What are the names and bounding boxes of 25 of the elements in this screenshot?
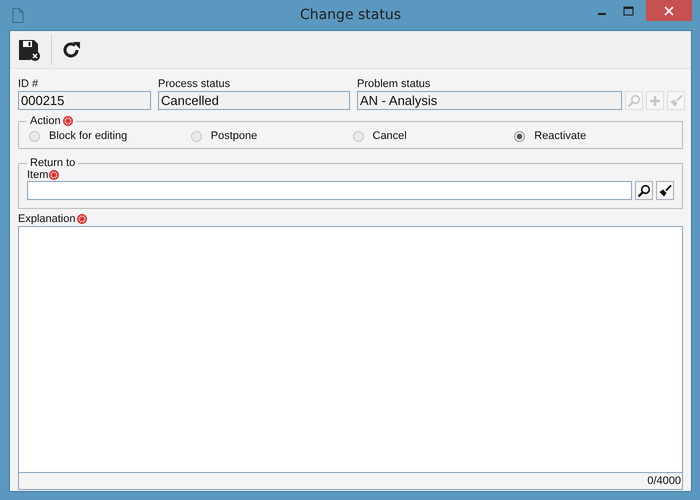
readonly-field: Cancelled [158,91,350,110]
clear-button[interactable] [656,181,674,200]
readonly-field: 000215 [18,91,151,110]
document-icon [12,8,24,22]
maximize-icon [623,6,634,16]
field-label: Explanation [18,213,76,225]
radio-option[interactable]: Postpone [188,130,350,142]
field-label: Process status [158,78,232,91]
close-icon [664,6,674,16]
explanation-textarea[interactable]: 0/4000 [18,226,683,490]
radio-option[interactable]: Cancel [350,130,512,142]
minimize-icon [598,12,606,14]
readonly-field: AN - Analysis [357,91,622,110]
radio-option[interactable]: Block for editing [27,130,189,142]
field-label: ID # [18,78,40,91]
item-field[interactable] [27,181,632,200]
group-legend: Action [30,115,61,127]
search-button[interactable] [635,181,653,200]
close-button[interactable] [646,0,692,21]
window-title: Change status [298,7,402,23]
character-counter: 0/4000 [647,475,681,487]
field-label: Problem status [357,78,432,91]
group-legend: Return to [30,157,76,169]
radio-option[interactable]: Reactivate [512,130,674,142]
field-label: Item [27,169,48,181]
